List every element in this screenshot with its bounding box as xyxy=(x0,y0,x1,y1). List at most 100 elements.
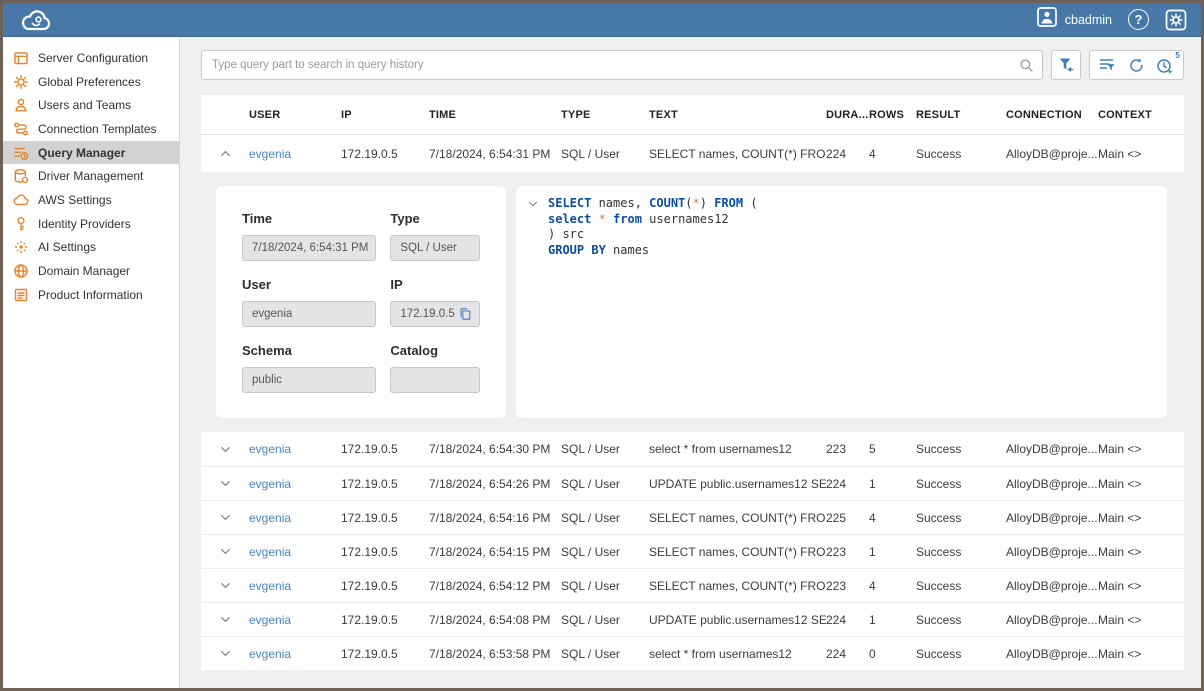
duration-cell: 225 xyxy=(826,511,869,525)
detail-field-time: Time7/18/2024, 6:54:31 PM xyxy=(242,211,376,261)
search-box xyxy=(201,50,1043,80)
rows-cell: 1 xyxy=(869,545,916,559)
time-field: 7/18/2024, 6:54:31 PM xyxy=(242,235,376,261)
chevron-down-icon[interactable] xyxy=(201,476,249,491)
settings-button[interactable] xyxy=(1165,9,1187,31)
rows-cell: 5 xyxy=(869,442,916,456)
user-link[interactable]: evgenia xyxy=(249,545,341,559)
admin-sidebar: Server Configuration Global PreferencesUs… xyxy=(3,37,180,688)
sidebar-item-domain-manager[interactable]: Domain Manager xyxy=(3,259,179,283)
sidebar-item-product-information[interactable]: Product Information xyxy=(3,283,179,307)
column-header-rows[interactable]: ROWS xyxy=(869,109,916,121)
table-row[interactable]: evgenia172.19.0.57/18/2024, 6:54:30 PMSQ… xyxy=(201,432,1184,466)
time-cell: 7/18/2024, 6:54:26 PM xyxy=(429,477,561,491)
context-cell: Main <> xyxy=(1098,647,1184,661)
query-history-toolbar: 5 xyxy=(201,50,1184,80)
column-header-text[interactable]: TEXT xyxy=(649,109,826,121)
rows-cell: 1 xyxy=(869,613,916,627)
column-header-ip[interactable]: IP xyxy=(341,109,429,121)
table-header-row: USERIPTIMETYPETEXTDURA...ROWSRESULTCONNE… xyxy=(201,95,1184,135)
query-text-cell: SELECT names, COUNT(*) FRO... xyxy=(649,147,826,161)
sidebar-item-aws-settings[interactable]: AWS Settings xyxy=(3,188,179,212)
column-header-result[interactable]: RESULT xyxy=(916,109,1006,121)
cloudbeaver-logo-icon xyxy=(19,8,53,32)
field-value: SQL / User xyxy=(400,242,456,254)
user-menu[interactable]: cbadmin xyxy=(1037,7,1112,32)
column-header-user[interactable]: USER xyxy=(249,109,341,121)
result-cell: Success xyxy=(916,613,1006,627)
chevron-up-icon[interactable] xyxy=(201,146,249,161)
connection-cell: AlloyDB@proje... xyxy=(1006,647,1098,661)
global-preferences-icon xyxy=(13,74,29,90)
table-row[interactable]: evgenia172.19.0.57/18/2024, 6:53:58 PMSQ… xyxy=(201,636,1184,670)
auto-refresh-button[interactable]: 5 xyxy=(1156,57,1174,74)
search-input[interactable] xyxy=(202,59,1042,71)
user-link[interactable]: evgenia xyxy=(249,147,341,161)
sidebar-item-query-manager[interactable]: Query Manager xyxy=(3,141,179,165)
timer-refresh-icon xyxy=(1156,57,1174,74)
result-cell: Success xyxy=(916,477,1006,491)
rows-cell: 0 xyxy=(869,647,916,661)
type-cell: SQL / User xyxy=(561,511,649,525)
type-cell: SQL / User xyxy=(561,477,649,491)
chevron-down-icon[interactable] xyxy=(201,612,249,627)
chevron-down-icon[interactable] xyxy=(201,578,249,593)
sidebar-item-label: Product Information xyxy=(38,288,143,302)
user-avatar-icon xyxy=(1037,7,1057,32)
user-link[interactable]: evgenia xyxy=(249,579,341,593)
sql-line: GROUP BY names xyxy=(548,243,758,259)
query-text-cell: SELECT names, COUNT(*) FRO... xyxy=(649,579,826,593)
table-row[interactable]: evgenia172.19.0.57/18/2024, 6:54:08 PMSQ… xyxy=(201,602,1184,636)
copy-icon[interactable] xyxy=(458,307,472,321)
help-button[interactable]: ? xyxy=(1128,9,1149,30)
sql-line: select * from usernames12 xyxy=(548,212,758,228)
detail-field-catalog: Catalog xyxy=(390,343,480,393)
sql-collapse-chevron-icon[interactable] xyxy=(526,197,540,216)
log-settings-button[interactable] xyxy=(1099,57,1117,73)
chevron-down-icon[interactable] xyxy=(201,544,249,559)
table-row[interactable]: evgenia172.19.0.57/18/2024, 6:54:12 PMSQ… xyxy=(201,568,1184,602)
users-and-teams-icon xyxy=(13,97,29,113)
refresh-button[interactable] xyxy=(1128,57,1145,74)
domain-manager-icon xyxy=(13,263,29,279)
driver-management-icon xyxy=(13,168,29,184)
chevron-down-icon[interactable] xyxy=(201,646,249,661)
sidebar-item-label: Server Configuration xyxy=(38,51,148,65)
sidebar-item-global-preferences[interactable]: Global Preferences xyxy=(3,70,179,94)
sidebar-item-users-and-teams[interactable]: Users and Teams xyxy=(3,93,179,117)
table-row[interactable]: evgenia172.19.0.57/18/2024, 6:54:15 PMSQ… xyxy=(201,534,1184,568)
rows-cell: 4 xyxy=(869,579,916,593)
column-header-connection[interactable]: CONNECTION xyxy=(1006,109,1098,121)
result-cell: Success xyxy=(916,545,1006,559)
type-cell: SQL / User xyxy=(561,647,649,661)
column-header-time[interactable]: TIME xyxy=(429,109,561,121)
user-link[interactable]: evgenia xyxy=(249,511,341,525)
sidebar-item-ai-settings[interactable]: AI Settings xyxy=(3,236,179,260)
column-header-dura[interactable]: DURA... xyxy=(826,109,869,121)
user-link[interactable]: evgenia xyxy=(249,442,341,456)
column-header-type[interactable]: TYPE xyxy=(561,109,649,121)
result-cell: Success xyxy=(916,147,1006,161)
table-row[interactable]: evgenia172.19.0.57/18/2024, 6:54:16 PMSQ… xyxy=(201,500,1184,534)
table-row[interactable]: evgenia172.19.0.57/18/2024, 6:54:26 PMSQ… xyxy=(201,466,1184,500)
user-link[interactable]: evgenia xyxy=(249,613,341,627)
duration-cell: 224 xyxy=(826,613,869,627)
query-text-cell: SELECT names, COUNT(*) FRO... xyxy=(649,545,826,559)
sidebar-item-identity-providers[interactable]: Identity Providers xyxy=(3,212,179,236)
user-link[interactable]: evgenia xyxy=(249,477,341,491)
sidebar-item-connection-templates[interactable]: Connection Templates xyxy=(3,117,179,141)
chevron-down-icon[interactable] xyxy=(201,442,249,457)
sidebar-item-label: Identity Providers xyxy=(38,217,131,231)
user-link[interactable]: evgenia xyxy=(249,647,341,661)
filter-button[interactable] xyxy=(1051,50,1081,80)
chevron-down-icon[interactable] xyxy=(201,510,249,525)
help-icon: ? xyxy=(1128,9,1149,30)
sidebar-item-server-configuration[interactable]: Server Configuration xyxy=(3,46,179,70)
sidebar-item-driver-management[interactable]: Driver Management xyxy=(3,164,179,188)
toolbar-actions: 5 xyxy=(1089,50,1184,80)
table-row[interactable]: evgenia172.19.0.57/18/2024, 6:54:31 PMSQ… xyxy=(201,135,1184,172)
connection-cell: AlloyDB@proje... xyxy=(1006,579,1098,593)
query-detail-form: Time7/18/2024, 6:54:31 PMTypeSQL / UserU… xyxy=(216,186,506,418)
field-value: 7/18/2024, 6:54:31 PM xyxy=(252,242,368,254)
column-header-context[interactable]: CONTEXT xyxy=(1098,109,1184,121)
